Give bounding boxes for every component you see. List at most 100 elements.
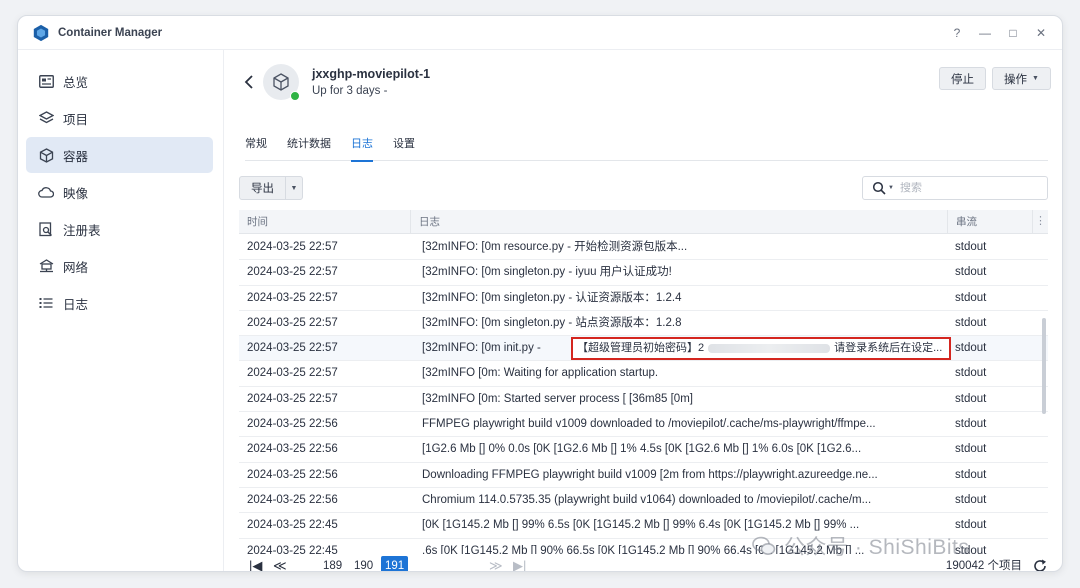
app-window: Container Manager ? — □ ✕ 总览 项目 容器 映像 注册… xyxy=(17,15,1063,572)
title-bar: Container Manager ? — □ ✕ xyxy=(18,16,1062,50)
log-time: 2024-03-25 22:45 xyxy=(247,519,338,532)
log-time: 2024-03-25 22:57 xyxy=(247,316,338,329)
table-header: 时间 日志 串流 ⋮ xyxy=(239,210,1048,234)
table-row[interactable]: 2024-03-25 22:57 [32mINFO [0m: Waiting f… xyxy=(239,361,1048,387)
table-row[interactable]: 2024-03-25 22:57 [32mINFO [0m: Started s… xyxy=(239,387,1048,413)
app-title: Container Manager xyxy=(58,26,163,39)
list-icon xyxy=(38,295,54,311)
overview-icon xyxy=(38,73,54,89)
main-panel: jxxghp-moviepilot-1 Up for 3 days - 停止 操… xyxy=(225,50,1062,571)
minimize-icon[interactable]: — xyxy=(978,26,992,40)
tab-logs[interactable]: 日志 xyxy=(351,128,373,162)
sidebar-item-registry[interactable]: 注册表 xyxy=(26,211,213,247)
back-icon[interactable] xyxy=(243,74,255,90)
log-time: 2024-03-25 22:56 xyxy=(247,443,338,456)
search-input[interactable] xyxy=(899,182,1030,194)
sidebar-item-label: 注册表 xyxy=(63,223,101,238)
table-row[interactable]: 2024-03-25 22:57 [32mINFO: [0m singleton… xyxy=(239,260,1048,286)
table-row[interactable]: 2024-03-25 22:56 [1G2.6 Mb [] 0% 0.0s [0… xyxy=(239,437,1048,463)
log-table: 时间 日志 串流 ⋮ 2024-03-25 22:57 [32mINFO: [0… xyxy=(239,210,1048,554)
cube-icon xyxy=(273,73,289,91)
sidebar-item-label: 项目 xyxy=(63,112,89,127)
container-manager-logo xyxy=(33,24,49,41)
stop-button[interactable]: 停止 xyxy=(939,67,986,90)
log-stream: stdout xyxy=(955,468,987,481)
log-message: [32mINFO: [0m singleton.py - 站点资源版本：1.2.… xyxy=(422,316,682,329)
first-page-button[interactable]: |◀ xyxy=(249,556,262,571)
log-stream: stdout xyxy=(955,418,987,431)
next-page-button[interactable]: ≫ xyxy=(489,556,503,571)
export-button-group: 导出 ▼ xyxy=(239,176,303,200)
log-message: Downloading FFMPEG playwright build v100… xyxy=(422,468,878,481)
log-stream: stdout xyxy=(955,392,987,405)
search-box: ▼ xyxy=(862,176,1048,200)
log-stream: stdout xyxy=(955,241,987,253)
sidebar-item-network[interactable]: 网络 xyxy=(26,248,213,284)
log-message: [32mINFO: [0m singleton.py - iyuu 用户认证成功… xyxy=(422,266,672,279)
log-message: [32mINFO [0m: Waiting for application st… xyxy=(422,367,659,380)
log-stream: stdout xyxy=(955,519,987,532)
column-options-icon[interactable]: ⋮ xyxy=(1032,210,1048,234)
log-message: [32mINFO [0m: Started server process [ [… xyxy=(422,392,693,405)
log-time: 2024-03-25 22:57 xyxy=(247,342,338,355)
maximize-icon[interactable]: □ xyxy=(1006,26,1020,40)
registry-search-icon xyxy=(38,221,54,237)
log-stream: stdout xyxy=(955,342,987,355)
log-message: [0K [1G145.2 Mb [] 99% 6.5s [0K [1G145.2… xyxy=(422,519,860,532)
log-message: [32mINFO: [0m singleton.py - 认证资源版本：1.2.… xyxy=(422,291,682,304)
column-header-stream[interactable]: 串流 xyxy=(947,210,1035,234)
log-time: 2024-03-25 22:56 xyxy=(247,493,338,506)
table-row[interactable]: 2024-03-25 22:56 Chromium 114.0.5735.35 … xyxy=(239,488,1048,514)
export-dropdown-icon[interactable]: ▼ xyxy=(286,177,302,199)
help-icon[interactable]: ? xyxy=(950,26,964,40)
vertical-scrollbar[interactable] xyxy=(1042,318,1046,414)
table-row[interactable]: 2024-03-25 22:45 [0K [1G145.2 Mb [] 99% … xyxy=(239,513,1048,539)
sidebar-item-overview[interactable]: 总览 xyxy=(26,63,213,99)
tab-general[interactable]: 常规 xyxy=(245,128,267,161)
refresh-icon[interactable] xyxy=(1032,558,1048,572)
close-icon[interactable]: ✕ xyxy=(1034,26,1048,40)
stop-button-label: 停止 xyxy=(951,73,974,86)
log-message: [1G2.6 Mb [] 0% 0.0s [0K [1G2.6 Mb [] 1%… xyxy=(422,443,862,456)
table-body: 2024-03-25 22:57 [32mINFO: [0m resource.… xyxy=(239,235,1048,554)
page-number-current[interactable]: 191 xyxy=(381,556,409,571)
log-time: 2024-03-25 22:57 xyxy=(247,266,338,279)
page-number[interactable]: 189 xyxy=(323,556,342,571)
table-row[interactable]: 2024-03-25 22:56 FFMPEG playwright build… xyxy=(239,412,1048,438)
redacted-password xyxy=(708,343,831,353)
log-time: 2024-03-25 22:57 xyxy=(247,241,338,253)
sidebar: 总览 项目 容器 映像 注册表 网络 日志 xyxy=(18,50,224,571)
search-options-icon[interactable]: ▼ xyxy=(888,185,894,191)
sidebar-item-label: 总览 xyxy=(63,75,89,90)
log-toolbar: 导出 ▼ ▼ xyxy=(239,176,1048,200)
column-header-log[interactable]: 日志 xyxy=(410,210,947,234)
actions-button[interactable]: 操作 ▼ xyxy=(992,67,1051,90)
sidebar-item-images[interactable]: 映像 xyxy=(26,174,213,210)
log-message: [32mINFO: [0m init.py - 【超级管理员初始密码】2 请登录系… xyxy=(422,336,951,361)
table-row[interactable]: 2024-03-25 22:45 .6s [0K [1G145.2 Mb [] … xyxy=(239,539,1048,554)
export-button[interactable]: 导出 xyxy=(240,177,286,199)
search-icon[interactable] xyxy=(872,181,886,195)
table-row[interactable]: 2024-03-25 22:57 [32mINFO: [0m resource.… xyxy=(239,235,1048,261)
table-row[interactable]: 2024-03-25 22:57 [32mINFO: [0m singleton… xyxy=(239,311,1048,337)
container-name: jxxghp-moviepilot-1 xyxy=(312,67,431,81)
last-page-button[interactable]: ▶| xyxy=(513,556,526,571)
previous-page-button[interactable]: ≪ xyxy=(273,556,287,571)
log-time: 2024-03-25 22:56 xyxy=(247,468,338,481)
tab-settings[interactable]: 设置 xyxy=(393,128,415,161)
table-row[interactable]: 2024-03-25 22:56 Downloading FFMPEG play… xyxy=(239,463,1048,488)
tab-statistics[interactable]: 统计数据 xyxy=(287,128,331,161)
page-number[interactable]: 190 xyxy=(354,556,373,571)
window-controls: ? — □ ✕ xyxy=(950,16,1048,50)
sidebar-item-logs[interactable]: 日志 xyxy=(26,285,213,321)
tab-bar: 常规 统计数据 日志 设置 xyxy=(245,128,1048,162)
sidebar-item-projects[interactable]: 项目 xyxy=(26,100,213,136)
log-time: 2024-03-25 22:57 xyxy=(247,291,338,304)
password-highlight-box: 【超级管理员初始密码】2 请登录系统后在设定... xyxy=(571,337,951,361)
password-label: 【超级管理员初始密码】2 xyxy=(577,342,705,355)
password-hint: 请登录系统后在设定... xyxy=(834,342,943,355)
column-header-time[interactable]: 时间 xyxy=(239,210,410,234)
table-row-highlighted[interactable]: 2024-03-25 22:57 [32mINFO: [0m init.py -… xyxy=(239,336,1048,362)
table-row[interactable]: 2024-03-25 22:57 [32mINFO: [0m singleton… xyxy=(239,286,1048,311)
sidebar-item-containers[interactable]: 容器 xyxy=(26,137,213,173)
